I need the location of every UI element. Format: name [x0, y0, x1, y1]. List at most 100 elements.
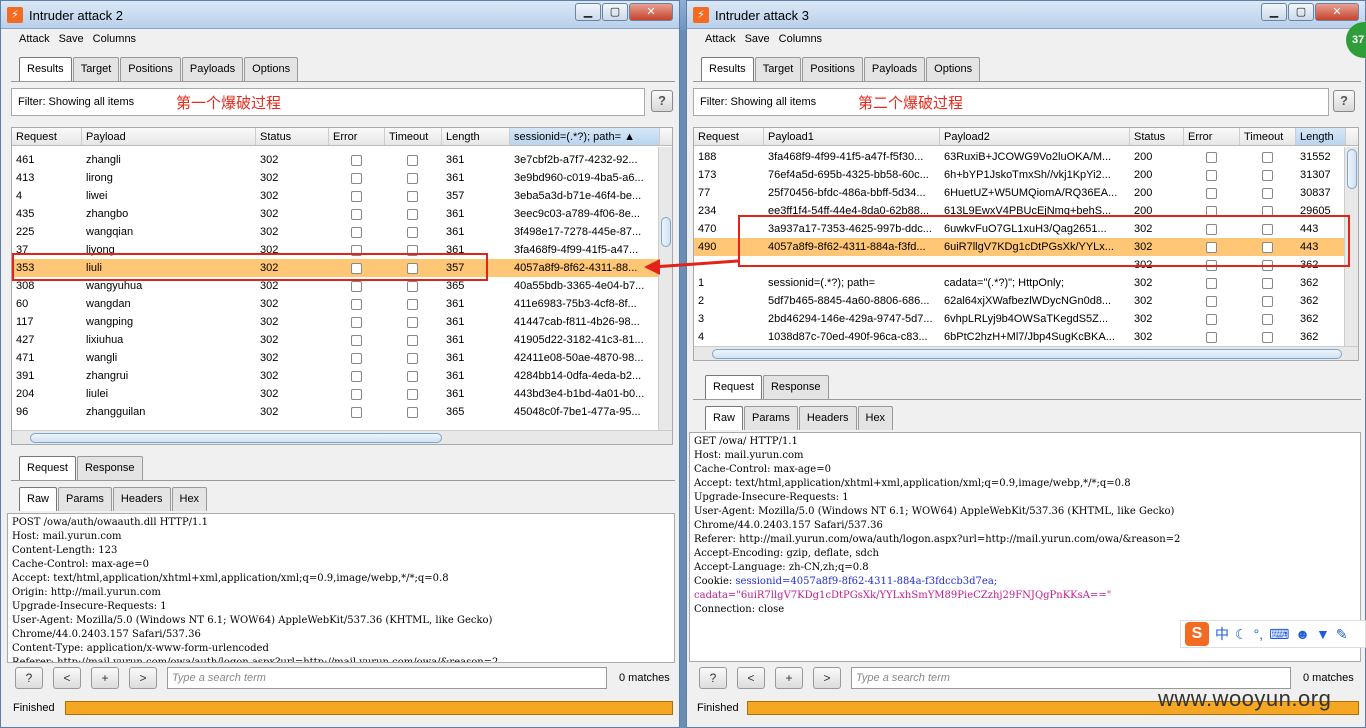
- menu-attack[interactable]: Attack: [19, 33, 50, 45]
- tab-response[interactable]: Response: [762, 375, 829, 399]
- tab-payloads[interactable]: Payloads: [181, 57, 244, 81]
- ime-chinese-mode[interactable]: 中: [1215, 624, 1229, 644]
- help-search-button[interactable]: ?: [15, 667, 43, 689]
- tab-options[interactable]: Options: [926, 57, 981, 81]
- table-row[interactable]: 173 76ef4a5d-695b-4325-bb58-60c... 6h+bYP1…: [694, 166, 1358, 184]
- previous-button[interactable]: <: [53, 667, 81, 689]
- scroll-thumb[interactable]: [1347, 149, 1357, 189]
- checkbox[interactable]: [351, 226, 362, 238]
- menu-save[interactable]: Save: [745, 33, 770, 45]
- col-length[interactable]: Length: [442, 128, 510, 145]
- col-request[interactable]: Request: [12, 128, 82, 145]
- tab-options[interactable]: Options: [244, 57, 299, 81]
- tab-results[interactable]: Results: [19, 57, 72, 81]
- moon-icon[interactable]: ☾: [1235, 626, 1248, 643]
- punctuation-icon[interactable]: °,: [1254, 626, 1264, 642]
- menu-columns[interactable]: Columns: [93, 33, 136, 45]
- add-button[interactable]: +: [775, 667, 803, 689]
- tab-hex[interactable]: Hex: [857, 406, 894, 430]
- checkbox[interactable]: [351, 406, 362, 418]
- table-row[interactable]: 96 zhangguilan 302 365 45048c0f-7be1-477a-95…: [12, 403, 672, 421]
- checkbox[interactable]: [407, 352, 418, 364]
- col-status[interactable]: Status: [1130, 128, 1184, 145]
- table-row[interactable]: 1 sessionid=(.*?); path= cadata="(.*?)"; H…: [694, 274, 1358, 292]
- checkbox[interactable]: [351, 280, 362, 292]
- tab-params[interactable]: Params: [58, 487, 112, 511]
- tab-payloads[interactable]: Payloads: [863, 57, 926, 81]
- checkbox[interactable]: [351, 190, 362, 202]
- menu-save[interactable]: Save: [59, 33, 84, 45]
- horizontal-scrollbar[interactable]: [694, 346, 1358, 360]
- checkbox[interactable]: [351, 298, 362, 310]
- help-icon[interactable]: ?: [1333, 90, 1355, 112]
- table-row[interactable]: 427 lixiuhua 302 361 41905d22-3182-41c3-81..…: [12, 331, 672, 349]
- col-sessionid-extract[interactable]: sessionid=(.*?); path= ▲: [510, 128, 660, 145]
- maximize-button[interactable]: ▢: [1288, 3, 1314, 21]
- minimize-button[interactable]: ▁: [575, 3, 601, 21]
- checkbox[interactable]: [1262, 277, 1273, 289]
- checkbox[interactable]: [407, 280, 418, 292]
- checkbox[interactable]: [1262, 295, 1273, 307]
- filter-bar[interactable]: Filter: Showing all items 第二个爆破过程: [693, 88, 1329, 116]
- checkbox[interactable]: [407, 316, 418, 328]
- tab-headers[interactable]: Headers: [112, 487, 171, 511]
- checkbox[interactable]: [351, 316, 362, 328]
- ime-toolbar[interactable]: S 中 ☾ °, ⌨ ☻ ▼ ✎: [1180, 620, 1366, 648]
- user-icon[interactable]: ☻: [1295, 626, 1310, 642]
- checkbox[interactable]: [351, 334, 362, 346]
- tab-request[interactable]: Request: [19, 456, 76, 480]
- col-timeout[interactable]: Timeout: [1240, 128, 1296, 145]
- checkbox[interactable]: [407, 334, 418, 346]
- scroll-thumb[interactable]: [712, 349, 1342, 359]
- col-request[interactable]: Request: [694, 128, 764, 145]
- tab-hex[interactable]: Hex: [171, 487, 208, 511]
- checkbox[interactable]: [1206, 151, 1217, 163]
- checkbox[interactable]: [407, 298, 418, 310]
- col-payload1[interactable]: Payload1: [764, 128, 940, 145]
- col-payload2[interactable]: Payload2: [940, 128, 1130, 145]
- menu-columns[interactable]: Columns: [779, 33, 822, 45]
- checkbox[interactable]: [1206, 277, 1217, 289]
- maximize-button[interactable]: ▢: [602, 3, 628, 21]
- tab-response[interactable]: Response: [76, 456, 143, 480]
- search-input[interactable]: Type a search term: [167, 667, 607, 689]
- checkbox[interactable]: [407, 172, 418, 184]
- tab-raw[interactable]: Raw: [705, 406, 744, 430]
- table-row[interactable]: 77 25f70456-bfdc-486a-bbff-5d34... 6HuetUZ…: [694, 184, 1358, 202]
- table-row[interactable]: 225 wangqian 302 361 3f498e17-7278-445e-87..…: [12, 223, 672, 241]
- table-row[interactable]: 204 liulei 302 361 443bd3e4-b1bd-4a01-b0...: [12, 385, 672, 403]
- tab-request[interactable]: Request: [705, 375, 762, 399]
- help-icon[interactable]: ?: [651, 90, 673, 112]
- scroll-thumb[interactable]: [661, 217, 671, 247]
- checkbox[interactable]: [407, 226, 418, 238]
- checkbox[interactable]: [351, 388, 362, 400]
- checkbox[interactable]: [351, 208, 362, 220]
- vertical-scrollbar[interactable]: [658, 147, 672, 432]
- table-row[interactable]: 391 zhangrui 302 361 4284bb14-0dfa-4eda-b2..…: [12, 367, 672, 385]
- checkbox[interactable]: [407, 388, 418, 400]
- checkbox[interactable]: [407, 208, 418, 220]
- tab-positions[interactable]: Positions: [802, 57, 863, 81]
- table-row[interactable]: 435 zhangbo 302 361 3eec9c03-a789-4f06-8e...: [12, 205, 672, 223]
- table-row[interactable]: 3 2bd46294-146e-429a-9747-5d7... 6vhpLRLyj…: [694, 310, 1358, 328]
- next-button[interactable]: >: [813, 667, 841, 689]
- checkbox[interactable]: [1262, 331, 1273, 343]
- checkbox[interactable]: [1262, 151, 1273, 163]
- col-timeout[interactable]: Timeout: [385, 128, 442, 145]
- add-button[interactable]: +: [91, 667, 119, 689]
- checkbox[interactable]: [1206, 331, 1217, 343]
- checkbox[interactable]: [1262, 313, 1273, 325]
- col-error[interactable]: Error: [329, 128, 385, 145]
- tab-params[interactable]: Params: [744, 406, 798, 430]
- checkbox[interactable]: [407, 370, 418, 382]
- col-status[interactable]: Status: [256, 128, 329, 145]
- checkbox[interactable]: [351, 370, 362, 382]
- table-row[interactable]: 413 lirong 302 361 3e9bd960-c019-4ba5-a6...: [12, 169, 672, 187]
- request-editor[interactable]: POST /owa/auth/owaauth.dll HTTP/1.1 Host:…: [7, 513, 675, 663]
- checkbox[interactable]: [1206, 169, 1217, 181]
- tab-positions[interactable]: Positions: [120, 57, 181, 81]
- checkbox[interactable]: [407, 190, 418, 202]
- col-error[interactable]: Error: [1184, 128, 1240, 145]
- table-row[interactable]: 461 zhangli 302 361 3e7cbf2b-a7f7-4232-92...: [12, 151, 672, 169]
- checkbox[interactable]: [1206, 187, 1217, 199]
